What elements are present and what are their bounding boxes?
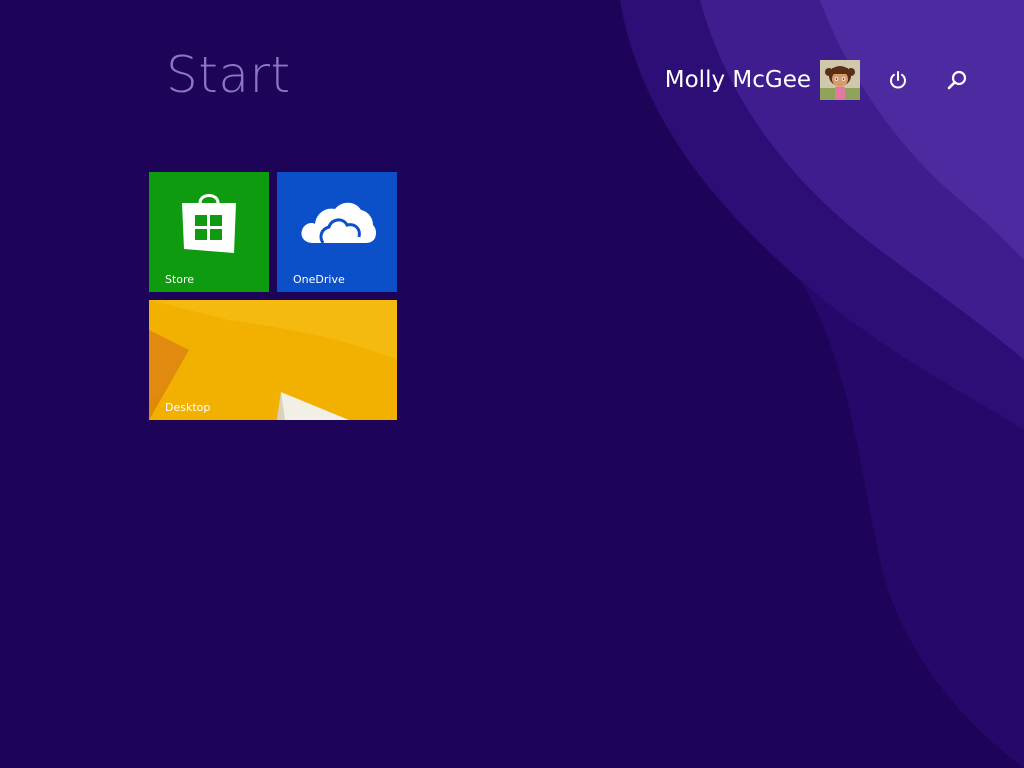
tile-label: OneDrive xyxy=(293,273,345,286)
start-title: Start xyxy=(166,46,291,104)
cloud-icon xyxy=(277,172,397,272)
power-icon[interactable] xyxy=(882,64,914,96)
tile-desktop[interactable]: Desktop xyxy=(149,300,397,420)
store-bag-icon xyxy=(149,172,269,272)
tile-store[interactable]: Store xyxy=(149,172,269,292)
tile-label: Store xyxy=(165,273,195,286)
user-avatar[interactable] xyxy=(820,60,860,100)
user-account[interactable]: Molly McGee xyxy=(665,60,860,100)
user-name: Molly McGee xyxy=(664,67,811,93)
tile-label: Desktop xyxy=(165,401,211,414)
tile-onedrive[interactable]: OneDrive xyxy=(277,172,397,292)
search-icon[interactable] xyxy=(941,64,973,96)
